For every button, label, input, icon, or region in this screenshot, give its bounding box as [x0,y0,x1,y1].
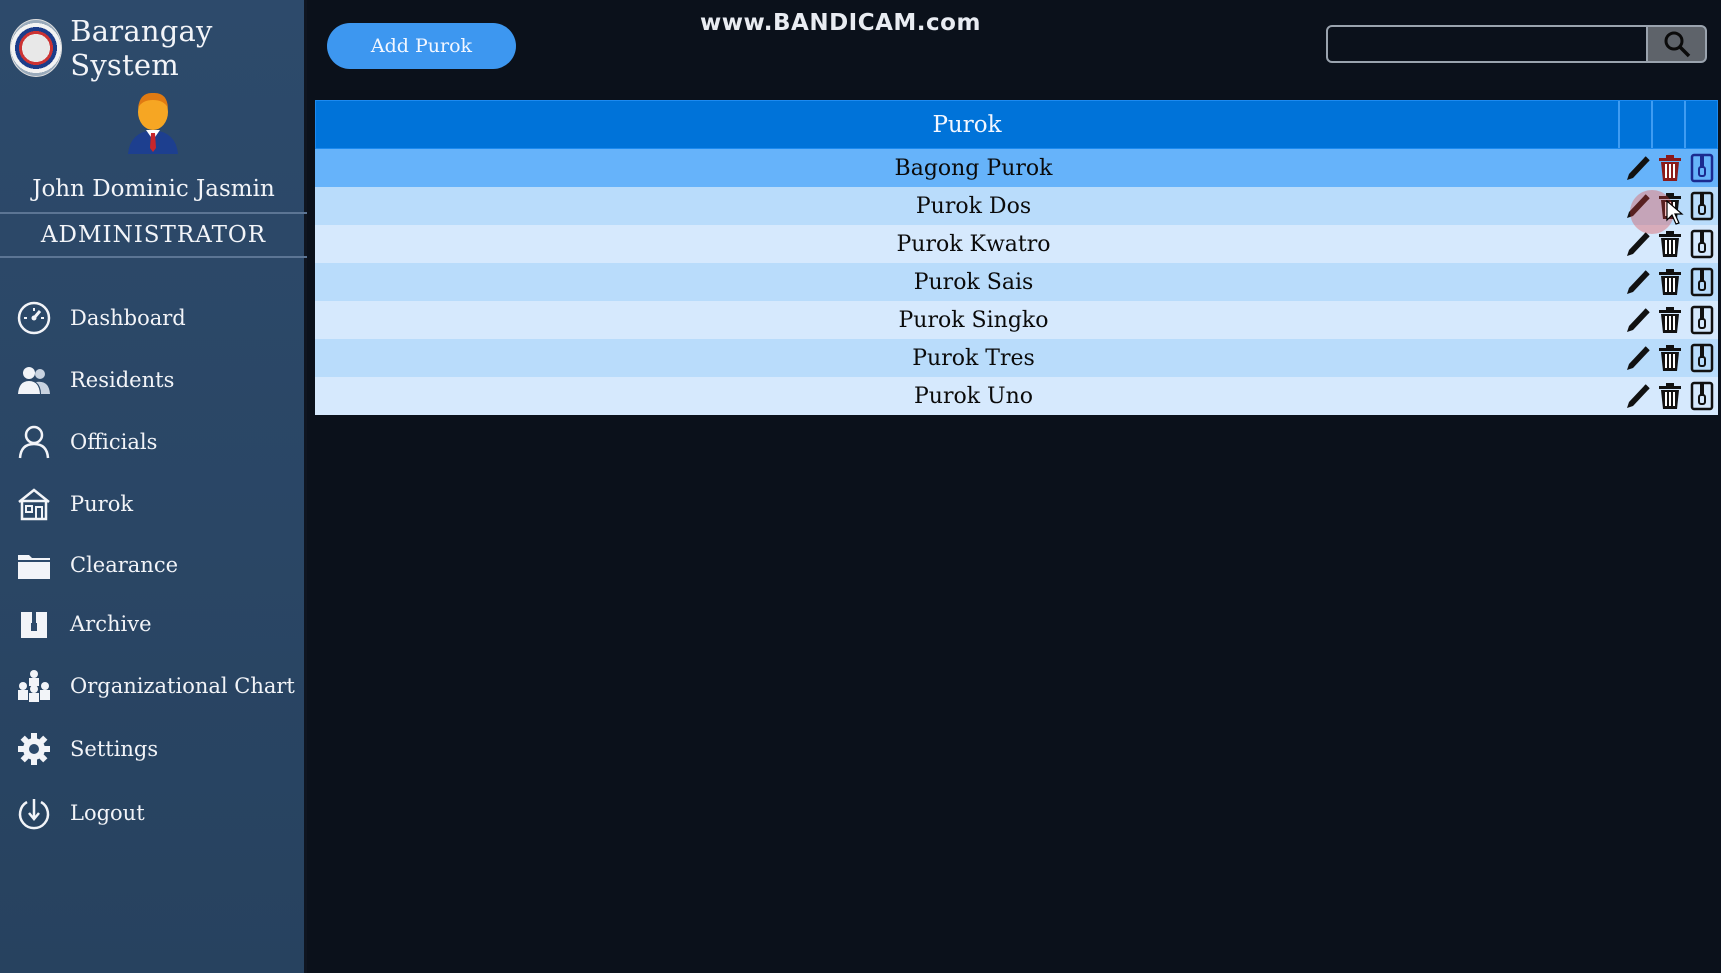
search-button[interactable] [1648,25,1707,63]
purok-name: Purok Uno [913,383,1033,409]
table-row[interactable]: Bagong Purok [315,149,1718,187]
purok-name: Purok Sais [913,269,1034,295]
app-title: Barangay System [70,14,213,82]
delete-icon[interactable] [1656,305,1684,335]
admin-avatar-icon [128,92,178,154]
row-actions [1622,153,1718,183]
sidebar-item-label: Settings [70,737,159,761]
archive-icon[interactable] [1688,381,1716,411]
sidebar-item-label: Officials [70,430,158,454]
search-input[interactable] [1326,25,1648,63]
residents-icon [14,360,54,400]
archive-icon[interactable] [1688,229,1716,259]
sidebar-item-label: Archive [70,612,152,636]
archive-icon[interactable] [1688,153,1716,183]
user-name: John Dominic Jasmin [32,176,275,202]
table-row[interactable]: Purok Dos [315,187,1718,225]
house-icon [14,484,54,524]
table-row[interactable]: Purok Singko [315,301,1718,339]
folder-icon [14,545,54,585]
edit-icon[interactable] [1624,343,1652,373]
sidebar-item-label: Residents [70,368,175,392]
sidebar-item-label: Purok [70,492,134,516]
column-header-purok: Purok [932,111,1002,138]
edit-icon[interactable] [1624,153,1652,183]
delete-icon[interactable] [1656,267,1684,297]
edit-icon[interactable] [1624,381,1652,411]
column-header-archive [1684,101,1717,148]
logout-icon [14,793,54,833]
sidebar-item-organizational-chart[interactable]: Organizational Chart [14,666,295,706]
sidebar-item-purok[interactable]: Purok [14,484,133,524]
sidebar-item-residents[interactable]: Residents [14,360,174,400]
recorder-watermark: www.BANDICAM.com [700,10,981,36]
archive-icon[interactable] [1688,267,1716,297]
org-chart-icon [14,666,54,706]
archive-icon[interactable] [1688,191,1716,221]
sidebar-item-label: Organizational Chart [70,674,295,698]
gear-icon [14,729,54,769]
table-row[interactable]: Purok Uno [315,377,1718,415]
divider [0,256,307,258]
divider [0,212,307,214]
edit-icon[interactable] [1624,305,1652,335]
user-icon [14,422,54,462]
purok-name: Purok Tres [912,345,1035,371]
delete-icon[interactable] [1656,381,1684,411]
sidebar: Barangay System John Dominic Jasmin ADMI… [0,0,307,973]
row-actions [1622,229,1718,259]
barangay-seal-logo [10,19,63,77]
dashboard-icon [14,298,54,338]
sidebar-item-officials[interactable]: Officials [14,422,157,462]
mouse-cursor-icon [1666,200,1684,225]
column-header-edit [1618,101,1651,148]
add-purok-button[interactable]: Add Purok [327,23,516,69]
archive-icon [14,604,54,644]
table-header: Purok [315,100,1718,149]
sidebar-item-clearance[interactable]: Clearance [14,545,178,585]
search-icon [1664,31,1690,58]
archive-icon[interactable] [1688,343,1716,373]
sidebar-item-logout[interactable]: Logout [14,793,145,833]
column-header-delete [1651,101,1684,148]
delete-icon[interactable] [1656,229,1684,259]
sidebar-item-label: Clearance [70,553,179,577]
table-body: Bagong Purok Purok Dos Purok Kwatro Purok S… [315,149,1718,415]
purok-name: Purok Dos [915,193,1032,219]
purok-name: Purok Kwatro [896,231,1051,257]
delete-icon[interactable] [1656,343,1684,373]
row-actions [1622,267,1718,297]
table-row[interactable]: Purok Kwatro [315,225,1718,263]
sidebar-item-settings[interactable]: Settings [14,729,158,769]
sidebar-item-label: Dashboard [70,306,186,330]
brand: Barangay System [10,14,304,82]
table-row[interactable]: Purok Tres [315,339,1718,377]
row-actions [1622,305,1718,335]
sidebar-item-archive[interactable]: Archive [14,604,152,644]
user-role: ADMINISTRATOR [40,222,267,248]
archive-icon[interactable] [1688,305,1716,335]
purok-table: Purok Bagong Purok Purok Dos Purok Kwatro P… [315,100,1718,415]
sidebar-item-label: Logout [70,801,145,825]
sidebar-item-dashboard[interactable]: Dashboard [14,298,186,338]
purok-name: Purok Singko [898,307,1049,333]
search-bar [1326,25,1707,63]
table-row[interactable]: Purok Sais [315,263,1718,301]
delete-icon[interactable] [1656,153,1684,183]
purok-name: Bagong Purok [894,155,1053,181]
edit-icon[interactable] [1624,267,1652,297]
row-actions [1622,381,1718,411]
row-actions [1622,343,1718,373]
